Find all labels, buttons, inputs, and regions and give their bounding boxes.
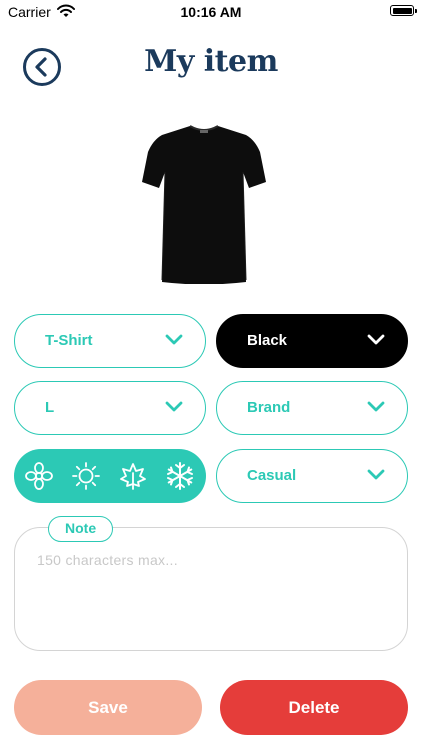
brand-value: Brand bbox=[247, 399, 291, 416]
status-bar: Carrier 10:16 AM bbox=[0, 0, 422, 24]
delete-button[interactable]: Delete bbox=[220, 680, 408, 735]
color-dropdown[interactable]: Black bbox=[216, 314, 408, 368]
save-button[interactable]: Save bbox=[14, 680, 202, 735]
chevron-down-icon bbox=[367, 334, 385, 345]
brand-dropdown[interactable]: Brand bbox=[216, 381, 408, 435]
autumn-leaf-icon[interactable] bbox=[118, 461, 148, 491]
season-selector bbox=[14, 449, 206, 503]
chevron-down-icon bbox=[165, 401, 183, 412]
note-textarea[interactable]: 150 characters max... bbox=[14, 527, 408, 651]
category-dropdown[interactable]: T-Shirt bbox=[14, 314, 206, 368]
chevron-down-icon bbox=[367, 469, 385, 480]
battery-icon bbox=[390, 5, 417, 16]
summer-sun-icon[interactable] bbox=[71, 461, 101, 491]
size-dropdown[interactable]: L bbox=[14, 381, 206, 435]
spring-flower-icon[interactable] bbox=[24, 461, 54, 491]
chevron-down-icon bbox=[165, 334, 183, 345]
style-dropdown[interactable]: Casual bbox=[216, 449, 408, 503]
winter-snowflake-icon[interactable] bbox=[165, 461, 195, 491]
color-value: Black bbox=[247, 332, 288, 349]
style-value: Casual bbox=[247, 467, 297, 484]
category-value: T-Shirt bbox=[45, 332, 93, 349]
clock: 10:16 AM bbox=[180, 4, 242, 20]
page-title: My item bbox=[144, 44, 278, 79]
item-photo bbox=[142, 125, 266, 284]
note-label: Note bbox=[48, 516, 114, 542]
size-value: L bbox=[45, 399, 55, 416]
chevron-down-icon bbox=[367, 401, 385, 412]
note-placeholder: 150 characters max... bbox=[37, 552, 178, 568]
